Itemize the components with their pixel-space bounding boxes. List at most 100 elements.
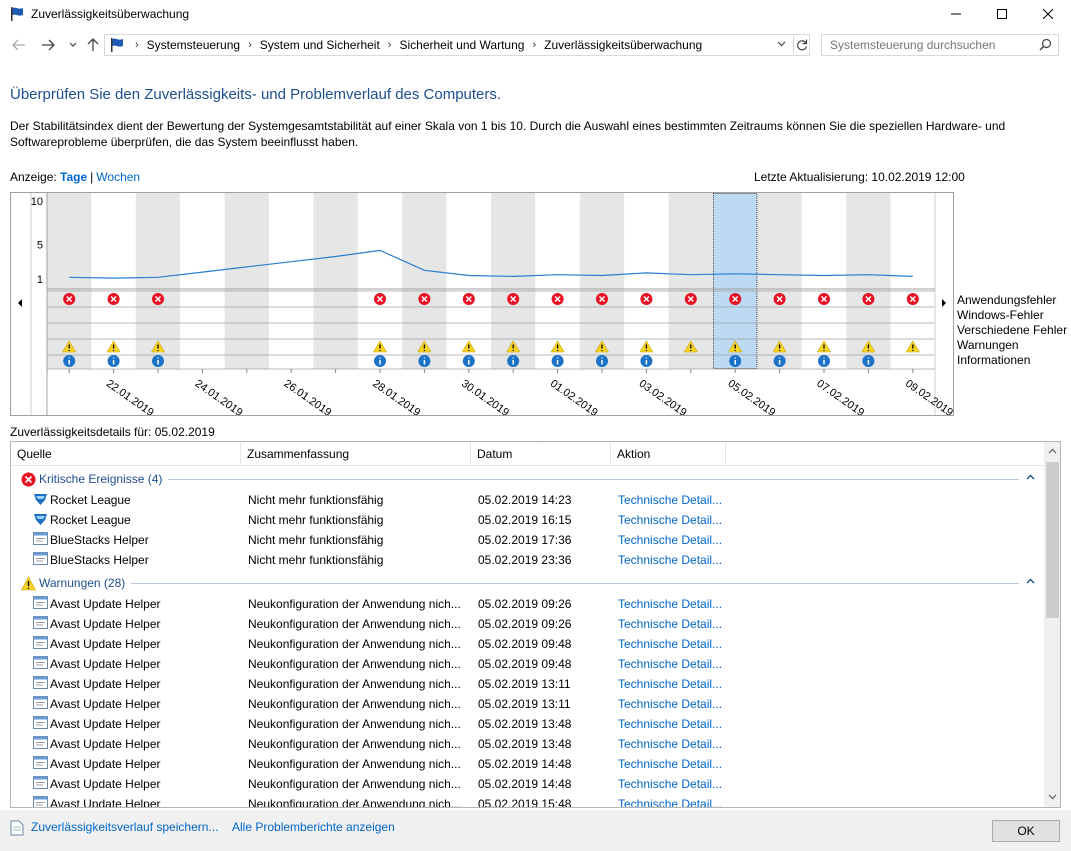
chart-day-column[interactable] [269, 193, 314, 369]
technical-details-link[interactable]: Technische Detail... [618, 757, 722, 771]
column-header-source[interactable]: Quelle [11, 442, 241, 466]
technical-details-link[interactable]: Technische Detail... [618, 657, 722, 671]
error-icon [21, 472, 36, 490]
reliability-chart[interactable]: 10 5 1 22.01.2019 24.01.2019 26.01.2019 28.01.… [10, 192, 954, 416]
table-row[interactable]: Avast Update Helper Neukonfiguration der … [11, 794, 1045, 808]
table-group-header[interactable]: Warnungen (28) [11, 573, 1045, 593]
details-table[interactable]: Quelle Zusammenfassung Datum Aktion Krit… [10, 441, 1061, 808]
search-icon[interactable] [1039, 38, 1052, 54]
table-row[interactable]: BlueStacks Helper Nicht mehr funktionsfäh… [11, 550, 1045, 570]
row-source: Avast Update Helper [50, 777, 161, 791]
row-summary: Neukonfiguration der Anwendung nich... [248, 777, 461, 791]
page-description: Der Stabilitätsindex dient der Bewertung… [10, 119, 1006, 149]
technical-details-link[interactable]: Technische Detail... [618, 697, 722, 711]
scroll-down-icon[interactable] [1048, 792, 1057, 802]
column-header-summary[interactable]: Zusammenfassung [241, 442, 471, 466]
table-row[interactable]: Avast Update Helper Neukonfiguration der … [11, 774, 1045, 794]
row-date: 05.02.2019 09:26 [478, 597, 572, 611]
table-row[interactable]: Avast Update Helper Neukonfiguration der … [11, 674, 1045, 694]
breadcrumb-separator-icon[interactable]: › [532, 39, 536, 51]
row-label-windows-errors: Windows-Fehler [957, 308, 1044, 322]
search-box[interactable] [821, 34, 1059, 56]
show-problem-reports-link[interactable]: Alle Problemberichte anzeigen [232, 820, 395, 834]
scroll-up-icon[interactable] [1048, 446, 1057, 456]
table-row[interactable]: Avast Update Helper Neukonfiguration der … [11, 594, 1045, 614]
back-button[interactable] [10, 36, 28, 54]
minimize-button[interactable] [933, 0, 979, 28]
technical-details-link[interactable]: Technische Detail... [618, 637, 722, 651]
collapse-chevron-icon[interactable] [1026, 575, 1035, 587]
table-row[interactable]: BlueStacks Helper Nicht mehr funktionsfäh… [11, 530, 1045, 550]
row-date: 05.02.2019 09:48 [478, 637, 572, 651]
view-days-link[interactable]: Tage [60, 170, 87, 184]
refresh-button[interactable] [793, 36, 809, 54]
footer: Zuverlässigkeitsverlauf speichern... All… [0, 810, 1071, 851]
technical-details-link[interactable]: Technische Detail... [618, 617, 722, 631]
breadcrumb-separator-icon[interactable]: › [388, 39, 392, 51]
chart-scroll-right-icon[interactable] [942, 299, 946, 307]
column-header-action[interactable]: Aktion [611, 442, 726, 466]
technical-details-link[interactable]: Technische Detail... [618, 677, 722, 691]
table-group-header[interactable]: Kritische Ereignisse (4) [11, 469, 1045, 489]
chart-day-column[interactable] [313, 193, 358, 369]
search-input[interactable] [822, 35, 1032, 55]
row-date: 05.02.2019 14:23 [478, 493, 572, 507]
table-row[interactable]: Avast Update Helper Neukonfiguration der … [11, 754, 1045, 774]
technical-details-link[interactable]: Technische Detail... [618, 513, 722, 527]
technical-details-link[interactable]: Technische Detail... [618, 777, 722, 791]
title-bar: Zuverlässigkeitsüberwachung [0, 0, 1071, 28]
group-label[interactable]: Kritische Ereignisse (4) [39, 472, 169, 486]
table-row[interactable]: Rocket League Nicht mehr funktionsfähig 05… [11, 510, 1045, 530]
breadcrumb-systemsteuerung[interactable]: Systemsteuerung [147, 38, 240, 52]
technical-details-link[interactable]: Technische Detail... [618, 737, 722, 751]
address-dropdown-icon[interactable] [777, 39, 786, 50]
close-button[interactable] [1025, 0, 1071, 28]
table-row[interactable]: Avast Update Helper Neukonfiguration der … [11, 694, 1045, 714]
technical-details-link[interactable]: Technische Detail... [618, 717, 722, 731]
breadcrumb-sicherheit-und-wartung[interactable]: Sicherheit und Wartung [399, 38, 524, 52]
technical-details-link[interactable]: Technische Detail... [618, 797, 722, 807]
forward-button[interactable] [39, 36, 57, 54]
vertical-scrollbar[interactable] [1044, 442, 1060, 807]
breadcrumb-zuverlaessigkeitsueberwachung[interactable]: Zuverlässigkeitsüberwachung [544, 38, 702, 52]
table-row[interactable]: Avast Update Helper Neukonfiguration der … [11, 734, 1045, 754]
table-row[interactable]: Avast Update Helper Neukonfiguration der … [11, 614, 1045, 634]
table-row[interactable]: Avast Update Helper Neukonfiguration der … [11, 714, 1045, 734]
technical-details-link[interactable]: Technische Detail... [618, 553, 722, 567]
row-source: Rocket League [50, 513, 131, 527]
technical-details-link[interactable]: Technische Detail... [618, 533, 722, 547]
view-weeks-link[interactable]: Wochen [96, 170, 140, 184]
ok-button[interactable]: OK [992, 820, 1060, 842]
table-row[interactable]: Avast Update Helper Neukonfiguration der … [11, 634, 1045, 654]
row-summary: Neukonfiguration der Anwendung nich... [248, 697, 461, 711]
maximize-icon [997, 9, 1007, 19]
technical-details-link[interactable]: Technische Detail... [618, 493, 722, 507]
recent-locations-button[interactable] [64, 36, 82, 54]
chart-date-label: 01.02.2019 [548, 378, 600, 416]
row-date: 05.02.2019 15:48 [478, 797, 572, 808]
scrollbar-thumb[interactable] [1046, 462, 1059, 618]
row-summary: Neukonfiguration der Anwendung nich... [248, 617, 461, 631]
save-history-link[interactable]: Zuverlässigkeitsverlauf speichern... [31, 820, 218, 834]
up-button[interactable] [84, 36, 102, 54]
row-source: Avast Update Helper [50, 737, 161, 751]
row-date: 05.02.2019 09:48 [478, 657, 572, 671]
technical-details-link[interactable]: Technische Detail... [618, 597, 722, 611]
maximize-button[interactable] [979, 0, 1025, 28]
address-bar[interactable]: › Systemsteuerung › System und Sicherhei… [104, 34, 810, 56]
chart-day-column[interactable] [180, 193, 225, 369]
row-source: Avast Update Helper [50, 657, 161, 671]
table-row[interactable]: Rocket League Nicht mehr funktionsfähig 05… [11, 490, 1045, 510]
group-label[interactable]: Warnungen (28) [39, 576, 132, 590]
breadcrumb-separator-icon[interactable]: › [248, 39, 252, 51]
last-update-label: Letzte Aktualisierung: 10.02.2019 12:00 [754, 170, 965, 184]
chart-day-column[interactable] [224, 193, 269, 369]
collapse-chevron-icon[interactable] [1026, 471, 1035, 483]
breadcrumb-system-und-sicherheit[interactable]: System und Sicherheit [260, 38, 380, 52]
table-header: Quelle Zusammenfassung Datum Aktion [11, 442, 1045, 466]
row-date: 05.02.2019 13:11 [478, 677, 571, 691]
table-row[interactable]: Avast Update Helper Neukonfiguration der … [11, 654, 1045, 674]
row-date: 05.02.2019 14:48 [478, 777, 572, 791]
chart-date-label: 26.01.2019 [281, 378, 333, 416]
reliability-chart-svg[interactable]: 10 5 1 22.01.2019 24.01.2019 26.01.2019 28.01.… [11, 193, 954, 416]
